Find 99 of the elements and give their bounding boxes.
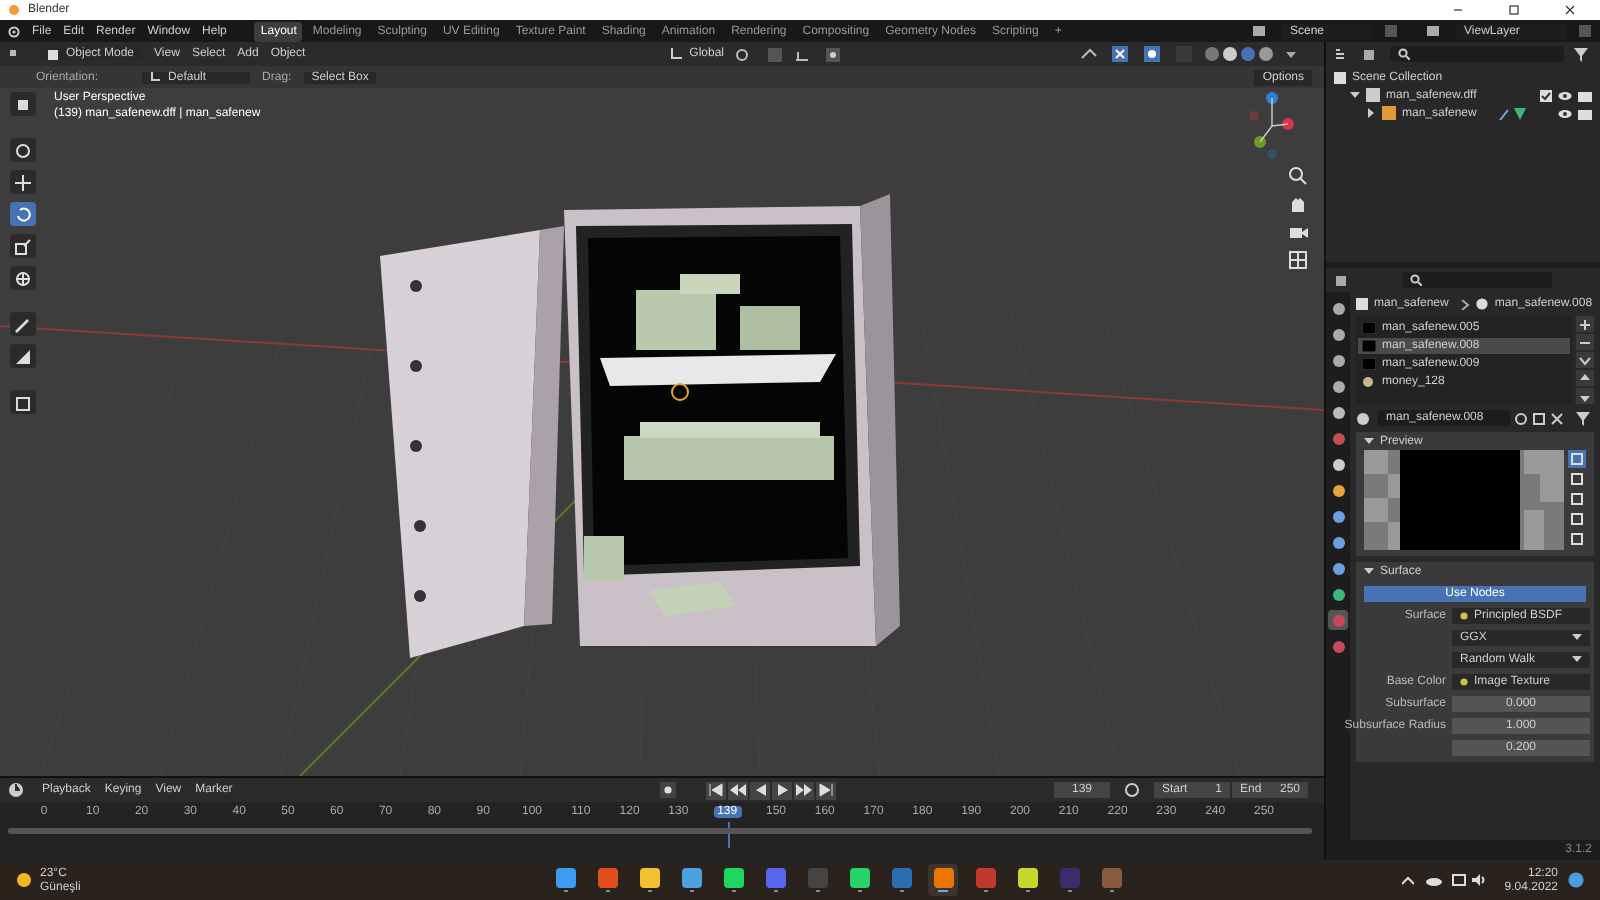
copy-icon[interactable] [1532, 411, 1546, 425]
socket-icon [1460, 612, 1468, 620]
eye-icon[interactable] [1558, 107, 1572, 119]
rotate-icon[interactable] [10, 202, 36, 226]
object-icon [1356, 298, 1368, 310]
axis-icon [150, 72, 161, 82]
material-sphere-icon[interactable] [1328, 610, 1348, 630]
search-icon [1398, 48, 1410, 60]
property-tab-icon[interactable] [1328, 584, 1348, 604]
material-swatch-icon [1362, 358, 1376, 370]
property-tab-icon[interactable] [1328, 454, 1348, 474]
pencil-icon[interactable] [10, 312, 36, 336]
caret-icon [1572, 656, 1582, 664]
eye-icon[interactable] [1558, 89, 1572, 101]
collection-icon [1366, 88, 1380, 102]
property-tab-icon[interactable] [1328, 558, 1348, 578]
axis-icon [669, 48, 682, 60]
camera-icon[interactable] [1288, 222, 1308, 242]
blender-menu-icon[interactable] [8, 25, 20, 37]
move-down-icon[interactable] [1576, 388, 1594, 404]
expanded-caret-icon[interactable] [1350, 90, 1360, 100]
layers-icon[interactable] [1426, 24, 1444, 38]
filter-mode-icon[interactable] [1362, 47, 1380, 61]
collapsed-caret-icon[interactable] [1366, 108, 1376, 118]
material-icon [1476, 298, 1489, 310]
move-up-icon[interactable] [1576, 370, 1594, 386]
transform-icon[interactable] [10, 266, 36, 290]
object-icon [1382, 106, 1396, 120]
stopwatch-icon[interactable] [1124, 782, 1140, 798]
jump-end-icon[interactable] [816, 781, 837, 799]
origin-icon [671, 383, 689, 401]
clock-icon[interactable] [8, 782, 28, 798]
restore-icon[interactable] [1508, 4, 1520, 16]
fake-user-icon[interactable] [1514, 411, 1528, 425]
move-icon[interactable] [10, 170, 36, 194]
zoom-icon[interactable] [1288, 166, 1308, 186]
gizmo-icon[interactable] [1112, 46, 1132, 62]
hand-icon[interactable] [1288, 194, 1308, 214]
editor-type-icon[interactable] [1334, 273, 1352, 287]
add-icon[interactable] [1576, 316, 1594, 332]
property-tab-icon[interactable] [1328, 324, 1348, 344]
close-icon[interactable] [1564, 4, 1576, 16]
overlay-icon[interactable] [1144, 46, 1164, 62]
cube-icon[interactable] [10, 390, 36, 414]
scene-icon[interactable] [1252, 24, 1270, 38]
notification-icon[interactable] [1568, 872, 1584, 888]
filter-icon[interactable] [1574, 47, 1592, 61]
property-tab-icon[interactable] [1328, 376, 1348, 396]
caret-icon[interactable] [1286, 49, 1296, 59]
modifier-icon [1498, 107, 1527, 119]
speaker-icon[interactable] [1472, 874, 1489, 886]
flat-preview-icon[interactable] [1568, 450, 1586, 468]
next-keyframe-icon[interactable] [794, 781, 815, 799]
expanded-caret-icon[interactable] [1364, 436, 1374, 446]
material-swatch-icon [1362, 340, 1376, 352]
previous-keyframe-icon[interactable] [728, 781, 749, 799]
scrollbar[interactable] [8, 828, 1312, 834]
play-reverse-icon[interactable] [750, 781, 771, 799]
sun-icon [16, 872, 32, 888]
visibility-icon[interactable] [1080, 47, 1100, 61]
taskbar-app-icon[interactable] [928, 864, 958, 896]
property-tab-icon[interactable] [1328, 350, 1348, 370]
property-tab-icon[interactable] [1328, 532, 1348, 552]
search-field[interactable] [1390, 46, 1564, 62]
property-tab-icon[interactable] [1328, 480, 1348, 500]
socket-icon [1460, 678, 1468, 686]
property-tab-icon[interactable] [1328, 506, 1348, 526]
material-swatch-icon [1362, 322, 1376, 334]
blender-logo-icon [8, 4, 20, 16]
network-icon[interactable] [1452, 874, 1467, 886]
material-browse-icon[interactable] [1356, 411, 1374, 425]
expanded-caret-icon[interactable] [1364, 566, 1374, 576]
node-icon[interactable] [1576, 411, 1594, 425]
property-tab-icon[interactable] [1328, 298, 1348, 318]
collection-icon [1334, 72, 1346, 84]
search-field[interactable] [1402, 272, 1552, 288]
ruler-icon[interactable] [10, 344, 36, 368]
grid-icon[interactable] [1288, 250, 1308, 270]
object-icon [48, 49, 58, 59]
checkbox[interactable] [1540, 89, 1552, 101]
jump-start-icon[interactable] [706, 781, 727, 799]
navigation-gizmo-icon[interactable] [1246, 92, 1298, 160]
material-sphere-icon [1362, 376, 1376, 388]
record-icon[interactable] [660, 782, 677, 798]
minimize-icon[interactable] [1452, 4, 1464, 16]
search-icon [1410, 274, 1422, 286]
scale-icon[interactable] [10, 234, 36, 258]
remove-icon[interactable] [1576, 334, 1594, 350]
cursor-icon[interactable] [10, 138, 36, 162]
property-tab-icon[interactable] [1328, 402, 1348, 422]
caret-icon [1572, 634, 1582, 642]
proportional-icon[interactable] [826, 47, 840, 61]
chevron-icon [1460, 299, 1471, 309]
play-icon[interactable] [772, 781, 793, 799]
select-box-icon[interactable] [10, 92, 36, 116]
caret-icon[interactable] [1576, 352, 1594, 368]
snap-target-icon[interactable] [794, 47, 814, 61]
chevron-up-icon[interactable] [1402, 875, 1415, 885]
cloud-icon[interactable] [1426, 875, 1443, 885]
